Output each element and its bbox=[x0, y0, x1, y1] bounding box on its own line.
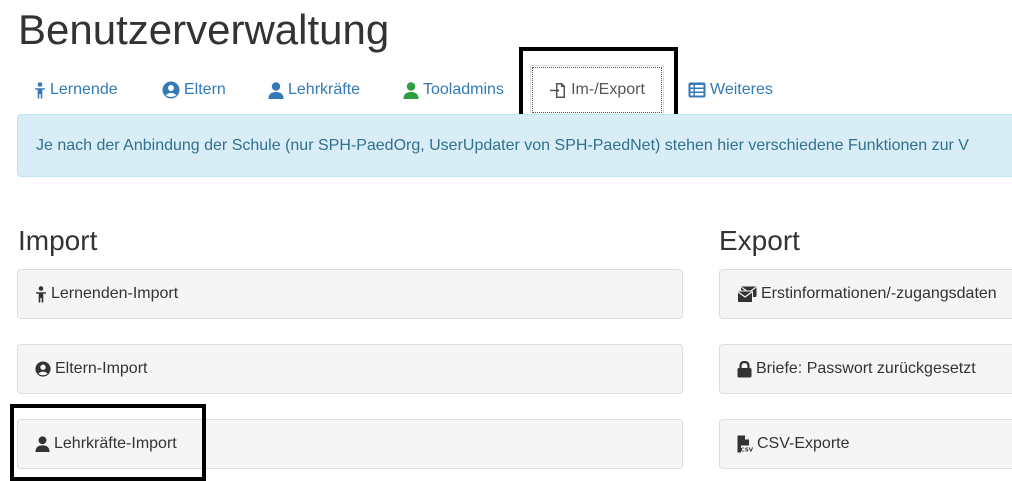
page-title: Benutzerverwaltung bbox=[18, 6, 390, 53]
lernenden-import-button[interactable]: Lernenden-Import bbox=[17, 269, 683, 319]
tab-eltern-label: Eltern bbox=[184, 81, 226, 98]
tab-weiteres-label: Weiteres bbox=[710, 81, 773, 98]
info-alert: Je nach der Anbindung der Schule (nur SP… bbox=[17, 114, 1012, 177]
tab-lernende-label: Lernende bbox=[50, 81, 118, 98]
user-icon bbox=[403, 81, 419, 99]
export-heading: Export bbox=[719, 225, 800, 256]
briefe-passwort-export-button[interactable]: Briefe: Passwort zurückgesetzt bbox=[719, 344, 1012, 394]
tab-lehrkraefte-label: Lehrkräfte bbox=[288, 81, 361, 98]
tab-tooladmins-label: Tooladmins bbox=[423, 81, 504, 98]
tab-weiteres[interactable]: Weiteres bbox=[688, 78, 773, 102]
user-circle-icon bbox=[35, 361, 51, 377]
import-heading: Import bbox=[18, 225, 98, 256]
briefe-passwort-label: Briefe: Passwort zurückgesetzt bbox=[756, 360, 976, 377]
svg-text:CSV: CSV bbox=[741, 448, 753, 453]
tab-tooladmins[interactable]: Tooladmins bbox=[403, 78, 504, 102]
user-circle-icon bbox=[162, 81, 180, 99]
erstinformationen-export-button[interactable]: Erstinformationen/-zugangsdaten bbox=[719, 269, 1012, 319]
child-icon bbox=[35, 285, 47, 303]
csv-exporte-label: CSV-Exporte bbox=[757, 435, 850, 452]
eltern-import-label: Eltern-Import bbox=[55, 360, 148, 377]
tab-eltern[interactable]: Eltern bbox=[162, 78, 226, 102]
csv-exporte-button[interactable]: CSV CSV-Exporte bbox=[719, 419, 1012, 469]
user-icon bbox=[268, 81, 284, 99]
tab-lehrkraefte[interactable]: Lehrkräfte bbox=[268, 78, 360, 102]
erstinformationen-label: Erstinformationen/-zugangsdaten bbox=[761, 285, 997, 302]
eltern-import-button[interactable]: Eltern-Import bbox=[17, 344, 683, 394]
import-highlight-frame bbox=[10, 404, 206, 481]
lernenden-import-label: Lernenden-Import bbox=[51, 285, 179, 302]
lock-icon bbox=[737, 360, 752, 378]
table-list-icon bbox=[688, 82, 706, 98]
child-icon bbox=[34, 81, 46, 99]
envelopes-icon bbox=[737, 286, 757, 303]
file-csv-icon: CSV bbox=[737, 435, 753, 453]
tab-lernende[interactable]: Lernende bbox=[34, 78, 118, 102]
